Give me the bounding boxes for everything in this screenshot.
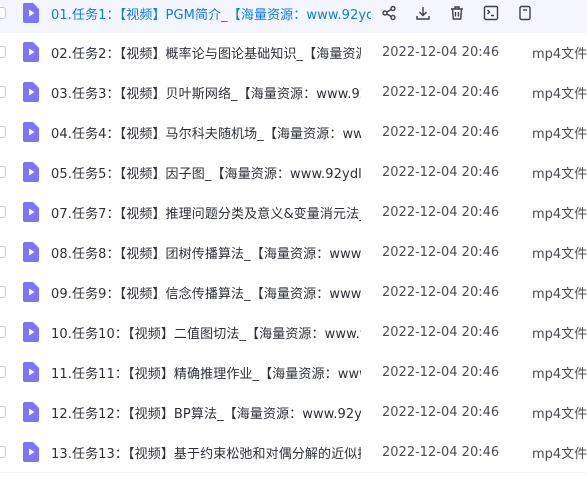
list-divider xyxy=(0,472,587,473)
video-file-icon xyxy=(22,282,40,302)
share-icon[interactable] xyxy=(376,0,402,26)
download-icon[interactable] xyxy=(410,0,436,26)
video-file-icon xyxy=(22,42,40,62)
video-file-icon xyxy=(22,442,40,462)
video-file-icon xyxy=(22,202,40,222)
row-checkbox[interactable] xyxy=(0,366,6,378)
file-row[interactable]: 05.任务5：【视频】因子图_【海量资源：www.92ydl.co... 202… xyxy=(0,152,587,192)
rename-icon[interactable] xyxy=(478,0,504,26)
file-row[interactable]: 11.任务11：【视频】精确推理作业_【海量资源：www.9... 2022-1… xyxy=(0,352,587,392)
row-checkbox[interactable] xyxy=(0,7,6,19)
file-type: mp4文件 xyxy=(532,286,587,302)
file-name[interactable]: 07.任务7：【视频】推理问题分类及意义&变量消元法_【... xyxy=(51,203,361,222)
file-row[interactable]: 03.任务3：【视频】贝叶斯网络_【海量资源：www.92y... 2022-1… xyxy=(0,72,587,112)
file-type: mp4文件 xyxy=(532,206,587,222)
file-type: mp4文件 xyxy=(532,46,587,62)
file-date: 2022-12-04 20:46 xyxy=(382,204,500,220)
file-row[interactable]: 09.任务9：【视频】信念传播算法_【海量资源：www.92... 2022-1… xyxy=(0,272,587,312)
file-date: 2022-12-04 20:46 xyxy=(382,404,500,420)
video-file-icon xyxy=(22,362,40,382)
file-type: mp4文件 xyxy=(532,326,587,342)
file-date: 2022-12-04 20:46 xyxy=(382,324,500,340)
row-checkbox[interactable] xyxy=(0,446,6,458)
file-list: 01.任务1：【视频】PGM简介_【海量资源：www.92ydl.co... 0… xyxy=(0,0,587,478)
video-file-icon xyxy=(22,402,40,422)
file-row[interactable]: 10.任务10：【视频】二值图切法_【海量资源：www.92... 2022-1… xyxy=(0,312,587,352)
file-type: mp4文件 xyxy=(532,246,587,262)
file-name[interactable]: 10.任务10：【视频】二值图切法_【海量资源：www.92... xyxy=(51,323,361,342)
file-type: mp4文件 xyxy=(532,446,587,462)
file-name[interactable]: 12.任务12：【视频】BP算法_【海量资源：www.92ydl.c... xyxy=(51,403,361,422)
file-type: mp4文件 xyxy=(532,166,587,182)
row-actions xyxy=(376,0,546,26)
file-name[interactable]: 08.任务8：【视频】团树传播算法_【海量资源：www.92... xyxy=(51,243,361,262)
row-checkbox[interactable] xyxy=(0,46,6,58)
row-checkbox[interactable] xyxy=(0,406,6,418)
file-row[interactable]: 07.任务7：【视频】推理问题分类及意义&变量消元法_【... 2022-12-… xyxy=(0,192,587,232)
file-date: 2022-12-04 20:46 xyxy=(382,44,500,60)
file-row[interactable]: 02.任务2：【视频】概率论与图论基础知识_【海量资源... 2022-12-0… xyxy=(0,32,587,72)
file-date: 2022-12-04 20:46 xyxy=(382,444,500,460)
more-icon[interactable] xyxy=(512,0,538,26)
delete-icon[interactable] xyxy=(444,0,470,26)
video-file-icon xyxy=(22,3,40,23)
file-row[interactable]: 13.任务13：【视频】基于约束松弛和对偶分解的近似推... 2022-12-0… xyxy=(0,432,587,472)
file-row[interactable]: 04.任务4：【视频】马尔科夫随机场_【海量资源：www.... 2022-12… xyxy=(0,112,587,152)
file-type: mp4文件 xyxy=(532,366,587,382)
file-date: 2022-12-04 20:46 xyxy=(382,364,500,380)
file-type: mp4文件 xyxy=(532,86,587,102)
file-row[interactable]: 12.任务12：【视频】BP算法_【海量资源：www.92ydl.c... 20… xyxy=(0,392,587,432)
file-name[interactable]: 01.任务1：【视频】PGM简介_【海量资源：www.92ydl.co... xyxy=(51,4,371,23)
file-row[interactable]: 08.任务8：【视频】团树传播算法_【海量资源：www.92... 2022-1… xyxy=(0,232,587,272)
video-file-icon xyxy=(22,322,40,342)
file-date: 2022-12-04 20:46 xyxy=(382,284,500,300)
file-type: mp4文件 xyxy=(532,406,587,422)
file-date: 2022-12-04 20:46 xyxy=(382,244,500,260)
file-name[interactable]: 05.任务5：【视频】因子图_【海量资源：www.92ydl.co... xyxy=(51,163,361,182)
row-checkbox[interactable] xyxy=(0,166,6,178)
file-date: 2022-12-04 20:46 xyxy=(382,124,500,140)
row-checkbox[interactable] xyxy=(0,86,6,98)
file-type: mp4文件 xyxy=(532,126,587,142)
video-file-icon xyxy=(22,122,40,142)
row-checkbox[interactable] xyxy=(0,126,6,138)
row-checkbox[interactable] xyxy=(0,246,6,258)
file-name[interactable]: 04.任务4：【视频】马尔科夫随机场_【海量资源：www.... xyxy=(51,123,361,142)
row-checkbox[interactable] xyxy=(0,206,6,218)
file-date: 2022-12-04 20:46 xyxy=(382,84,500,100)
file-name[interactable]: 13.任务13：【视频】基于约束松弛和对偶分解的近似推... xyxy=(51,443,361,462)
video-file-icon xyxy=(22,82,40,102)
file-row[interactable]: 01.任务1：【视频】PGM简介_【海量资源：www.92ydl.co... xyxy=(0,0,587,33)
row-checkbox[interactable] xyxy=(0,326,6,338)
file-name[interactable]: 02.任务2：【视频】概率论与图论基础知识_【海量资源... xyxy=(51,43,361,62)
file-name[interactable]: 03.任务3：【视频】贝叶斯网络_【海量资源：www.92y... xyxy=(51,83,361,102)
file-date: 2022-12-04 20:46 xyxy=(382,164,500,180)
video-file-icon xyxy=(22,162,40,182)
row-checkbox[interactable] xyxy=(0,286,6,298)
file-name[interactable]: 09.任务9：【视频】信念传播算法_【海量资源：www.92... xyxy=(51,283,361,302)
file-name[interactable]: 11.任务11：【视频】精确推理作业_【海量资源：www.9... xyxy=(51,363,361,382)
video-file-icon xyxy=(22,242,40,262)
